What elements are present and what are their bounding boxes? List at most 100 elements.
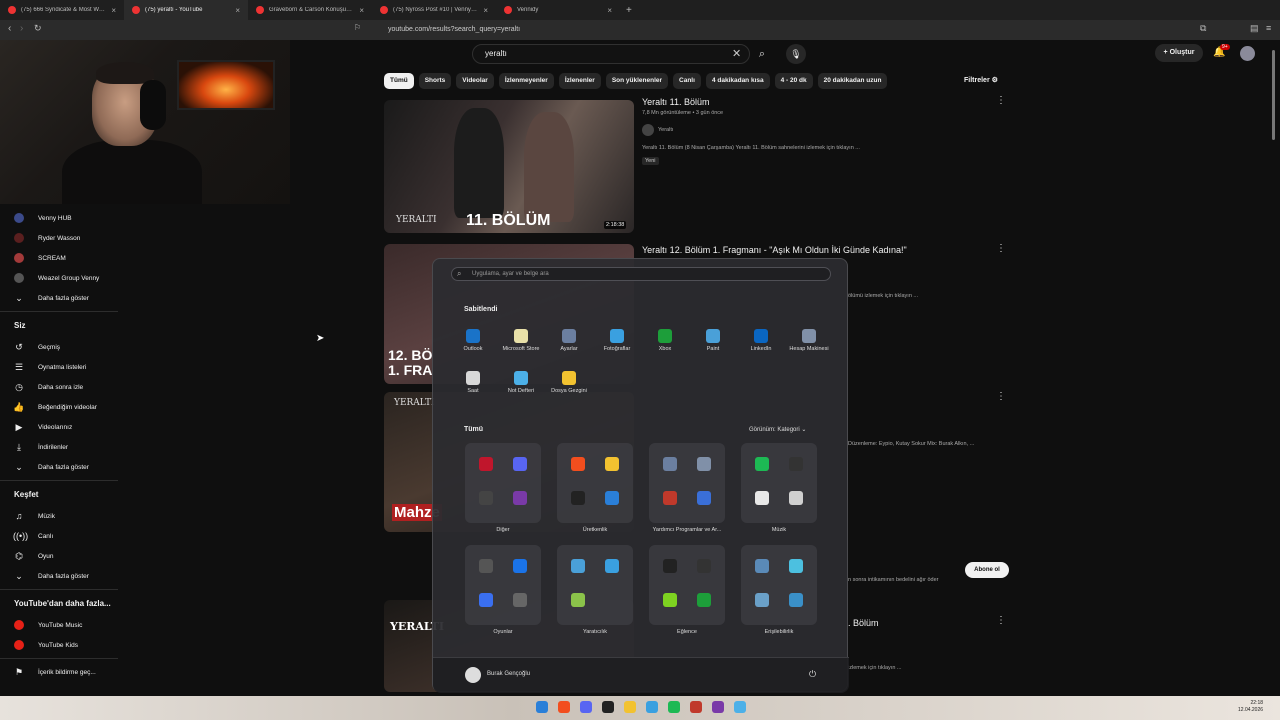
sidebar-item[interactable]: ▶ Videolarınız — [0, 417, 118, 437]
close-tab-icon[interactable]: × — [607, 6, 612, 15]
sidebar-item[interactable]: 👍 Beğendiğim videolar — [0, 397, 118, 417]
app-icon[interactable] — [712, 701, 724, 713]
clear-search-icon[interactable]: ✕ — [732, 47, 741, 60]
app-category-folder[interactable] — [557, 443, 633, 523]
channel-avatar[interactable] — [642, 124, 654, 136]
capcut-icon[interactable] — [602, 701, 614, 713]
section-title-you[interactable]: Siz — [0, 315, 118, 337]
app-category-folder[interactable] — [465, 545, 541, 625]
browser-tab[interactable]: (75) Nyross Post #10 | VennyV - You... × — [372, 0, 496, 20]
brave-icon[interactable] — [558, 701, 570, 713]
filter-chip[interactable]: Canlı — [673, 73, 701, 89]
app-category-folder[interactable] — [465, 443, 541, 523]
sidebar-item[interactable]: ♫ Müzik — [0, 506, 118, 526]
pinned-app[interactable]: Not Defteri — [497, 371, 545, 394]
pinned-app[interactable]: Ayarlar — [545, 329, 593, 352]
app-category-folder[interactable] — [649, 545, 725, 625]
search-icon[interactable]: ⌕ — [752, 44, 772, 64]
pinned-app[interactable]: Microsoft Store — [497, 329, 545, 352]
sidebar-item[interactable]: YouTube Kids — [0, 635, 118, 655]
pinned-app[interactable]: LinkedIn — [737, 329, 785, 352]
back-icon[interactable]: ‹ — [8, 23, 11, 34]
subscribe-button[interactable]: Abone ol — [965, 562, 1009, 578]
sidebar-item[interactable]: ⤓ İndirilenler — [0, 437, 118, 457]
start-icon[interactable] — [536, 701, 548, 713]
section-title-explore[interactable]: Keşfet — [0, 484, 118, 506]
search-input[interactable]: yeraltı — [472, 44, 750, 64]
close-tab-icon[interactable]: × — [483, 6, 488, 15]
sidebar-item-subscription[interactable]: Venny HUB — [0, 208, 118, 228]
reload-icon[interactable]: ↻ — [34, 23, 42, 34]
sidebar-item[interactable]: ☰ Oynatma listeleri — [0, 357, 118, 377]
pinned-app[interactable]: Fotoğraflar — [593, 329, 641, 352]
pinned-app[interactable]: Paint — [689, 329, 737, 352]
scrollbar[interactable] — [1271, 40, 1277, 690]
app-category-folder[interactable] — [557, 545, 633, 625]
filter-chip[interactable]: İzlenenler — [558, 73, 601, 89]
app-category-folder[interactable] — [741, 545, 817, 625]
filter-chip[interactable]: İzlenmeyenler — [498, 73, 554, 89]
clock[interactable]: 22:18 12.04.2026 — [1238, 700, 1263, 714]
app-category-folder[interactable] — [741, 443, 817, 523]
filter-chip[interactable]: 4 dakikadan kısa — [705, 73, 770, 89]
filter-chip[interactable]: Son yüklenenler — [605, 73, 669, 89]
close-tab-icon[interactable]: × — [359, 6, 364, 15]
start-search-input[interactable]: Uygulama, ayar ve belge ara — [451, 267, 831, 281]
video-title[interactable]: . Bölüm — [848, 618, 879, 628]
close-tab-icon[interactable]: × — [111, 6, 116, 15]
discord-icon[interactable] — [580, 701, 592, 713]
view-dropdown[interactable]: Görünüm: Kategori ⌄ — [749, 426, 806, 433]
more-options-icon[interactable]: ⋮ — [996, 243, 1006, 254]
more-options-icon[interactable]: ⋮ — [996, 615, 1006, 626]
sidebar-item-subscription[interactable]: SCREAM — [0, 248, 118, 268]
scrollbar-thumb[interactable] — [1272, 50, 1275, 140]
create-button[interactable]: + Oluştur — [1155, 44, 1203, 62]
filter-chip[interactable]: 20 dakikadan uzun — [817, 73, 888, 89]
pinned-app[interactable]: Xbox — [641, 329, 689, 352]
sidebar-item-subscription[interactable]: Ryder Wasson — [0, 228, 118, 248]
channel-name[interactable]: Yeraltı — [658, 127, 673, 133]
filter-chip[interactable]: 4 - 20 dk — [774, 73, 813, 89]
show-more-button[interactable]: ⌄ Daha fazla göster — [0, 457, 118, 477]
sidebar-item[interactable]: ◷ Daha sonra izle — [0, 377, 118, 397]
show-more-button[interactable]: ⌄ Daha fazla göster — [0, 566, 118, 586]
sidebar-item[interactable]: ⌬ Oyun — [0, 546, 118, 566]
user-name[interactable]: Burak Gençoğlu — [487, 671, 530, 677]
app-category-folder[interactable] — [649, 443, 725, 523]
extensions-icon[interactable]: ⧉ — [1200, 23, 1206, 34]
notepad-icon[interactable] — [734, 701, 746, 713]
filters-button[interactable]: Filtreler ⚙ — [964, 76, 998, 84]
microphone-icon[interactable]: 🎙 — [786, 44, 806, 64]
power-icon[interactable]: ⏻ — [809, 669, 816, 680]
pinned-app[interactable]: Dosya Gezgini — [545, 371, 593, 394]
video-thumbnail[interactable]: YERALTI 11. BÖLÜM 2:18:38 — [384, 100, 634, 233]
sidebar-item[interactable]: ↺ Geçmiş — [0, 337, 118, 357]
browser-tab[interactable]: (75) yeraltı - YouTube × — [124, 0, 248, 20]
avatar[interactable] — [1240, 46, 1255, 61]
show-more-button[interactable]: ⌄ Daha fazla göster — [0, 288, 118, 308]
user-avatar[interactable] — [465, 667, 481, 683]
browser-tab[interactable]: Vennidy × — [496, 0, 620, 20]
explorer-icon[interactable] — [624, 701, 636, 713]
pinned-app[interactable]: Hesap Makinesi — [785, 329, 833, 352]
sidebar-item[interactable]: YouTube Music — [0, 615, 118, 635]
spotify-icon[interactable] — [668, 701, 680, 713]
filter-chip[interactable]: Shorts — [418, 73, 452, 89]
more-options-icon[interactable]: ⋮ — [996, 95, 1006, 106]
section-title-more[interactable]: YouTube'dan daha fazla... — [0, 593, 118, 615]
close-tab-icon[interactable]: × — [235, 6, 240, 15]
sidebar-item[interactable]: ((•)) Canlı — [0, 526, 118, 546]
bookmark-icon[interactable]: ⚐ — [354, 23, 361, 32]
menu-icon[interactable]: ≡ — [1266, 23, 1271, 33]
forward-icon[interactable]: › — [20, 23, 23, 34]
pinned-app[interactable]: Saat — [449, 371, 497, 394]
sidebar-item-report[interactable]: ⚑ İçerik bildirme geç... — [0, 662, 118, 682]
video-title[interactable]: Yeraltı 11. Bölüm — [642, 97, 710, 107]
edge-icon[interactable] — [646, 701, 658, 713]
filter-chip[interactable]: Videolar — [456, 73, 494, 89]
sidebar-item-subscription[interactable]: Weazel Group Venny — [0, 268, 118, 288]
browser-tab[interactable]: (75) 666 Syndicate & Most Wanted | ... × — [0, 0, 124, 20]
more-options-icon[interactable]: ⋮ — [996, 391, 1006, 402]
browser-tab[interactable]: Graveborn & Carson Konuşuyor! | R... × — [248, 0, 372, 20]
video-title[interactable]: Yeraltı 12. Bölüm 1. Fragmanı - "Aşık Mı… — [642, 245, 907, 255]
